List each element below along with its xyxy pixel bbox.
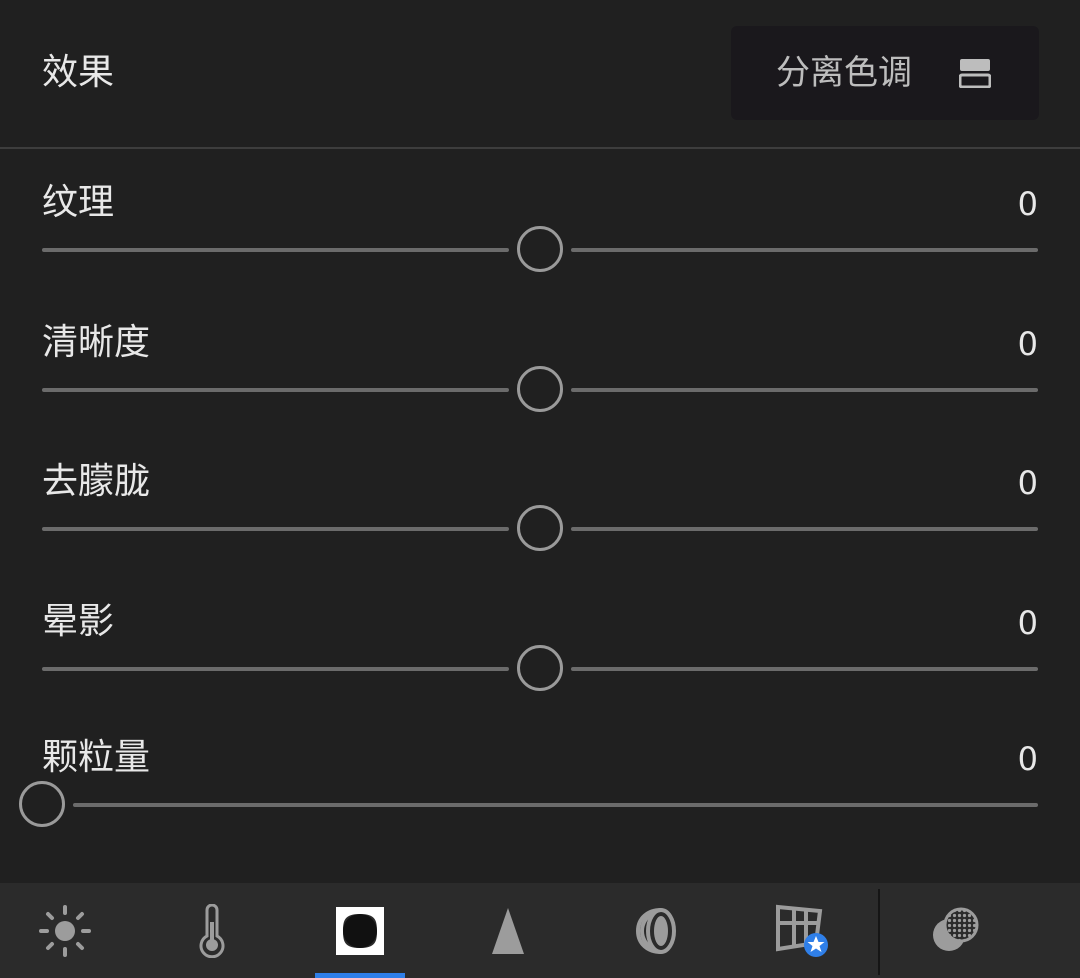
edit-toolbar	[0, 883, 1080, 978]
track-line-right	[571, 667, 1038, 671]
panel-list-icon	[958, 58, 992, 89]
tool-color[interactable]	[167, 883, 257, 978]
slider-label: 纹理	[42, 182, 115, 223]
slider-thumb[interactable]	[517, 505, 563, 551]
track-line-left	[42, 248, 509, 252]
track-line-right	[571, 388, 1038, 392]
slider-label: 颗粒量	[42, 737, 151, 778]
split-toning-label: 分离色调	[776, 53, 912, 93]
track-line-left	[42, 667, 509, 671]
thermometer-icon	[199, 904, 225, 958]
active-tool-indicator	[315, 973, 405, 978]
tool-optics[interactable]	[610, 883, 700, 978]
perspective-grid-icon	[776, 904, 828, 957]
slider-label: 晕影	[42, 601, 115, 642]
slider-row-vignette: 晕影 0	[0, 599, 1080, 719]
slider-row-clarity: 清晰度 0	[0, 320, 1080, 440]
slider-track[interactable]	[42, 366, 1038, 412]
track-line-right	[571, 248, 1038, 252]
slider-row-texture: 纹理 0	[0, 180, 1080, 300]
overlapping-circles-icon	[933, 907, 979, 951]
triangle-icon	[492, 908, 524, 954]
slider-thumb[interactable]	[19, 781, 65, 827]
split-toning-button[interactable]: 分离色调	[731, 26, 1039, 120]
track-line-right	[571, 527, 1038, 531]
slider-thumb[interactable]	[517, 645, 563, 691]
tool-detail[interactable]	[463, 883, 553, 978]
slider-value[interactable]: 0	[1018, 603, 1038, 643]
slider-track[interactable]	[19, 781, 1038, 827]
slider-label: 去朦胧	[42, 461, 151, 502]
slider-track[interactable]	[42, 645, 1038, 691]
slider-row-grain: 颗粒量 0	[0, 735, 1080, 855]
tool-geometry[interactable]	[757, 883, 847, 978]
tool-presets[interactable]	[910, 883, 1000, 978]
panel-header: 效果 分离色调	[0, 0, 1080, 147]
slider-track[interactable]	[42, 226, 1038, 272]
slider-label: 清晰度	[42, 322, 151, 363]
slider-value[interactable]: 0	[1018, 739, 1038, 779]
tool-effects[interactable]	[315, 883, 405, 978]
track-line-left	[42, 388, 509, 392]
vignette-icon	[336, 907, 384, 955]
slider-value[interactable]: 0	[1018, 184, 1038, 224]
slider-thumb[interactable]	[517, 226, 563, 272]
slider-value[interactable]: 0	[1018, 463, 1038, 503]
tool-light[interactable]	[20, 883, 110, 978]
slider-thumb[interactable]	[517, 366, 563, 412]
slider-value[interactable]: 0	[1018, 324, 1038, 364]
slider-row-dehaze: 去朦胧 0	[0, 459, 1080, 579]
slider-track[interactable]	[42, 505, 1038, 551]
track-line-right	[73, 803, 1038, 807]
sun-icon	[39, 905, 91, 957]
panel-title: 效果	[42, 52, 115, 93]
toolbar-separator	[878, 889, 880, 975]
lens-icon	[635, 908, 676, 954]
track-line-left	[42, 527, 509, 531]
header-divider	[0, 147, 1080, 149]
